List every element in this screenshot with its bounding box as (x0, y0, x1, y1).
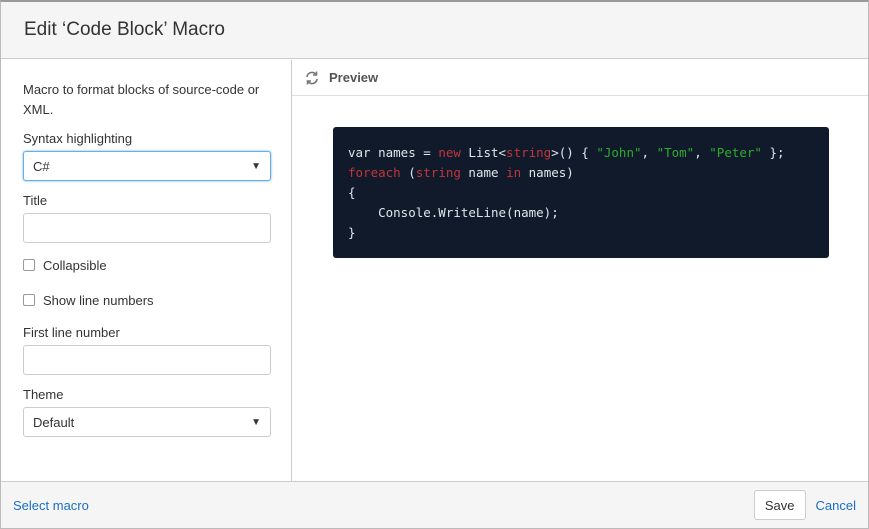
checkbox-icon[interactable] (23, 294, 35, 306)
theme-value: Default (33, 414, 75, 430)
checkbox-icon[interactable] (23, 259, 35, 271)
refresh-icon[interactable] (304, 70, 320, 86)
code-line: var names = new List<string>() { "John",… (348, 143, 814, 163)
dialog-header: Edit ‘Code Block’ Macro (1, 2, 868, 59)
preview-label: Preview (329, 70, 379, 85)
code-token: string (506, 145, 552, 160)
syntax-label: Syntax highlighting (23, 131, 133, 146)
code-token: "John" (596, 145, 642, 160)
preview-header[interactable]: Preview (292, 60, 868, 96)
theme-label: Theme (23, 387, 64, 402)
macro-description: Macro to format blocks of source-code or… (23, 82, 260, 117)
code-token: { (348, 185, 356, 200)
title-label: Title (23, 193, 48, 208)
syntax-select[interactable]: C# ▼ (23, 151, 271, 181)
collapsible-checkbox[interactable]: Collapsible (23, 255, 269, 275)
dropdown-arrow-icon: ▼ (251, 160, 261, 172)
code-token: }; (761, 145, 785, 160)
syntax-value: C# (33, 158, 50, 174)
code-preview: var names = new List<string>() { "John",… (333, 127, 829, 258)
code-line: foreach (string name in names) (348, 163, 814, 183)
code-line: } (348, 223, 814, 243)
code-token: , (641, 145, 657, 160)
code-token: Console.WriteLine(name); (348, 205, 559, 220)
code-token: new (438, 145, 461, 160)
theme-select[interactable]: Default ▼ (23, 407, 271, 437)
code-token: , (694, 145, 710, 160)
code-token: } (348, 225, 356, 240)
save-button[interactable]: Save (753, 490, 806, 520)
line-numbers-label: Show line numbers (43, 292, 154, 308)
code-token: name (460, 165, 507, 180)
code-token: "Peter" (709, 145, 762, 160)
code-token: List< (460, 145, 507, 160)
code-token: foreach (348, 165, 401, 180)
cancel-link[interactable]: Cancel (816, 498, 856, 513)
select-macro-link[interactable]: Select macro (13, 498, 89, 513)
show-line-numbers-checkbox[interactable]: Show line numbers (23, 290, 269, 310)
first-line-input[interactable] (23, 345, 271, 375)
dialog-title: Edit ‘Code Block’ Macro (24, 19, 225, 40)
code-token: >() { (551, 145, 597, 160)
edit-macro-dialog: Edit ‘Code Block’ Macro Macro to format … (0, 0, 869, 529)
code-line: { (348, 183, 814, 203)
dialog-footer: Select macro Save Cancel (1, 481, 868, 528)
first-line-label: First line number (23, 325, 120, 340)
code-token: names) (521, 165, 574, 180)
title-input[interactable] (23, 213, 271, 243)
preview-panel: Preview var names = new List<string>() {… (292, 60, 868, 483)
code-token: string (415, 165, 461, 180)
dropdown-arrow-icon: ▼ (251, 416, 261, 428)
code-line: Console.WriteLine(name); (348, 203, 814, 223)
code-token: "Tom" (656, 145, 695, 160)
macro-parameters-panel: Macro to format blocks of source-code or… (1, 60, 292, 483)
collapsible-label: Collapsible (43, 257, 107, 273)
code-token: ( (400, 165, 416, 180)
code-token: var names = (348, 145, 439, 160)
code-token: in (506, 165, 522, 180)
